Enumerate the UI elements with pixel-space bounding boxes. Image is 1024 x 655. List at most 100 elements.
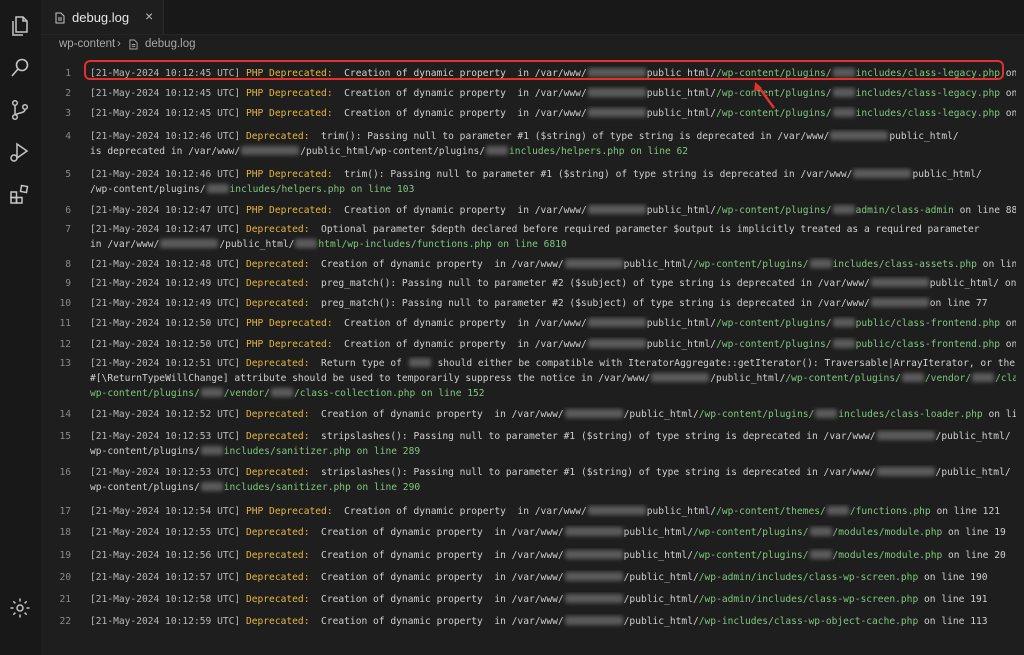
redacted-blur	[270, 388, 293, 397]
log-plugin-path: /wp-content/plugins/	[785, 373, 901, 384]
log-level: PHP Deprecated:	[245, 339, 333, 350]
log-level: Deprecated:	[245, 550, 310, 561]
log-level: Deprecated:	[245, 131, 310, 142]
redacted-blur	[832, 339, 855, 348]
log-line-ref: on line 88	[953, 205, 1016, 216]
redacted-blur	[826, 506, 849, 515]
source-control-icon[interactable]	[8, 98, 32, 122]
log-level: PHP Deprecated:	[245, 169, 333, 180]
line-number: 19	[59, 550, 71, 561]
log-line-code: [21-May-2024 10:12:57 UTC] Deprecated: C…	[90, 570, 1016, 585]
log-file-path: /functions.php	[849, 506, 931, 517]
line-number: 2	[65, 88, 71, 99]
redacted-blur	[853, 169, 912, 178]
redacted-blur	[870, 298, 929, 307]
log-line-code: [21-May-2024 10:12:56 UTC] Deprecated: C…	[90, 548, 1016, 563]
log-line-ref: on line 67	[988, 409, 1016, 420]
log-plugin-path: /wp-content/plugins/	[716, 318, 832, 329]
close-icon[interactable]: ×	[145, 8, 153, 24]
log-line-ref: on line 54	[1005, 108, 1016, 119]
log-path: /public_html/	[623, 594, 699, 605]
redacted-blur	[832, 205, 855, 214]
log-timestamp: [21-May-2024 10:12:59 UTC]	[90, 616, 246, 627]
log-message: Creation of dynamic property in /var/www…	[309, 527, 564, 538]
log-file-path: admin/class-admin	[855, 205, 954, 216]
log-path: /public_html/	[623, 409, 699, 420]
breadcrumb-file[interactable]: debug.log	[145, 38, 196, 50]
log-timestamp: [21-May-2024 10:12:56 UTC]	[90, 550, 246, 561]
line-number: 20	[59, 572, 71, 583]
log-file-path: /class-collection.php on line 152	[293, 388, 485, 399]
log-message: Creation of dynamic property in /var/www…	[309, 550, 564, 561]
redacted-blur	[876, 431, 935, 440]
log-path: /public_html/	[935, 467, 1011, 478]
log-path: public_html/	[646, 318, 717, 329]
log-file-path: /modules/module.php	[832, 527, 943, 538]
log-message: Creation of dynamic property in /var/www…	[309, 259, 564, 270]
log-line-code: [21-May-2024 10:12:53 UTC] Deprecated: s…	[90, 465, 1016, 495]
gear-icon[interactable]	[8, 596, 32, 620]
log-plugin-path: /wp-admin/includes/class-wp-screen.php	[698, 572, 919, 583]
log-path: public_html/	[646, 205, 717, 216]
log-path: /public_html/	[219, 239, 295, 250]
file-icon	[129, 39, 138, 53]
log-file-path: public/class-frontend.php	[855, 318, 1000, 329]
log-plugin-path: /wp-content/plugins/	[692, 259, 809, 270]
redacted-blur	[564, 259, 623, 268]
activity-bar	[0, 0, 41, 655]
log-line-code: [21-May-2024 10:12:49 UTC] Deprecated: p…	[90, 276, 1016, 291]
log-path: is deprecated in /var/www/	[90, 146, 241, 157]
line-number: 10	[59, 298, 71, 309]
log-message: trim(): Passing null to parameter #1 ($s…	[309, 131, 830, 142]
redacted-blur	[564, 527, 623, 536]
line-number: 11	[59, 318, 71, 329]
files-icon[interactable]	[8, 14, 32, 38]
log-timestamp: [21-May-2024 10:12:48 UTC]	[90, 259, 246, 270]
log-line-ref: on line 113	[918, 616, 988, 627]
log-line-code: [21-May-2024 10:12:59 UTC] Deprecated: C…	[90, 614, 1016, 629]
log-timestamp: [21-May-2024 10:12:49 UTC]	[90, 298, 246, 309]
log-timestamp: [21-May-2024 10:12:47 UTC]	[90, 224, 246, 235]
log-timestamp: [21-May-2024 10:12:45 UTC]	[90, 88, 246, 99]
extensions-icon[interactable]	[8, 182, 32, 206]
redacted-blur	[486, 146, 509, 155]
log-level: PHP Deprecated:	[245, 108, 333, 119]
log-timestamp: [21-May-2024 10:12:51 UTC]	[90, 358, 246, 369]
log-line-code: [21-May-2024 10:12:47 UTC] Deprecated: O…	[90, 222, 1016, 252]
redacted-blur	[200, 482, 223, 491]
log-level: Deprecated:	[245, 616, 310, 627]
log-file-path: html/wp-includes/functions.php on line 6…	[318, 239, 567, 250]
log-plugin-path: /wp-content/plugins/	[692, 550, 809, 561]
log-message: Creation of dynamic property in /var/www…	[332, 88, 587, 99]
log-path: wp-content/plugins/	[90, 446, 200, 457]
log-message: Creation of dynamic property in /var/www…	[332, 108, 587, 119]
log-message: Creation of dynamic property in /var/www…	[332, 318, 587, 329]
log-file-path: /modules/module.php	[832, 550, 943, 561]
log-line-code: [21-May-2024 10:12:53 UTC] Deprecated: s…	[90, 429, 1016, 459]
log-line-code: [21-May-2024 10:12:45 UTC] PHP Deprecate…	[90, 86, 1016, 101]
line-number: 1	[65, 68, 71, 79]
breadcrumb-folder[interactable]: wp-content	[59, 38, 115, 50]
log-file-path: includes/class-loader.php	[838, 409, 983, 420]
redacted-blur	[832, 108, 855, 117]
log-message: Creation of dynamic property in /var/www…	[332, 205, 587, 216]
log-path: public_html/	[646, 88, 717, 99]
log-line-ref: on line 33	[1005, 339, 1016, 350]
log-plugin-path: /wp-content/themes/	[716, 506, 826, 517]
log-message: preg_match(): Passing null to parameter …	[309, 278, 870, 289]
redacted-blur	[200, 446, 223, 455]
log-file-path: includes/class-assets.php	[832, 259, 977, 270]
log-plugin-path: /wp-content/plugins/	[698, 409, 815, 420]
editor[interactable]: 1 [21-May-2024 10:12:45 UTC] PHP Deprecat…	[41, 58, 1024, 655]
log-path: public_html/ on line 76	[929, 278, 1016, 289]
run-debug-icon[interactable]	[8, 140, 32, 164]
breadcrumb-separator: ›	[117, 38, 121, 50]
log-path: public_html/	[889, 131, 959, 142]
log-level: PHP Deprecated:	[245, 318, 333, 329]
log-level: Deprecated:	[245, 409, 310, 420]
redacted-blur	[587, 506, 646, 515]
log-line-ref: on line 121	[930, 506, 1000, 517]
log-timestamp: [21-May-2024 10:12:47 UTC]	[90, 205, 246, 216]
search-icon[interactable]	[8, 56, 32, 80]
tab-debug-log[interactable]: debug.log ×	[41, 0, 164, 34]
